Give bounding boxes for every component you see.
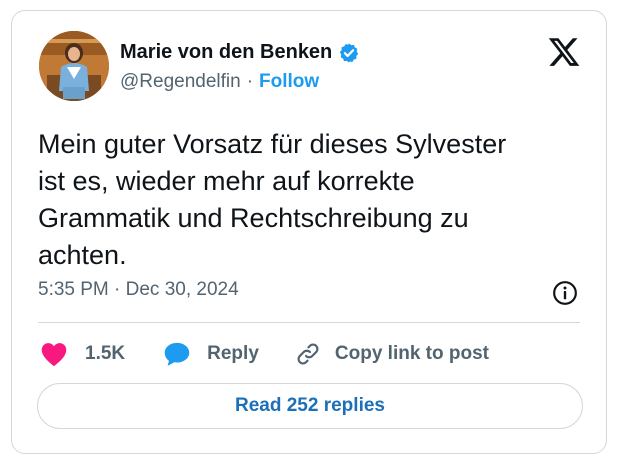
avatar[interactable] bbox=[39, 31, 109, 101]
read-replies-button[interactable]: Read 252 replies bbox=[37, 383, 583, 429]
copy-link-label: Copy link to post bbox=[334, 343, 489, 364]
like-count: 1.5K bbox=[85, 343, 126, 364]
tweet-text: Mein guter Vorsatz für dieses Sylvester … bbox=[38, 129, 507, 270]
reply-button[interactable]: Reply bbox=[163, 341, 259, 367]
tweet-card: Marie von den Benken @Regendelfin · Foll… bbox=[11, 10, 607, 454]
reply-label: Reply bbox=[207, 343, 259, 364]
divider bbox=[38, 322, 580, 323]
copy-link-button[interactable]: Copy link to post bbox=[295, 341, 489, 367]
heart-icon bbox=[41, 343, 67, 367]
tweet-timestamp[interactable]: 5:35 PM · Dec 30, 2024 bbox=[38, 279, 239, 301]
author-name[interactable]: Marie von den Benken bbox=[120, 41, 332, 64]
action-bar: 1.5K Reply Copy link to post bbox=[38, 339, 489, 369]
author-name-row: Marie von den Benken bbox=[120, 41, 360, 64]
author-handle[interactable]: @Regendelfin bbox=[120, 71, 241, 93]
like-button[interactable]: 1.5K bbox=[40, 341, 125, 367]
handle-row: @Regendelfin · Follow bbox=[120, 71, 319, 93]
read-replies-label: Read 252 replies bbox=[235, 395, 385, 416]
chat-bubble-icon bbox=[164, 342, 190, 366]
link-icon bbox=[297, 343, 319, 365]
handle-separator: · bbox=[246, 71, 254, 92]
info-icon[interactable] bbox=[552, 280, 578, 306]
x-logo-icon[interactable] bbox=[547, 35, 581, 69]
follow-button[interactable]: Follow bbox=[259, 71, 319, 93]
verified-badge-icon bbox=[340, 42, 359, 63]
